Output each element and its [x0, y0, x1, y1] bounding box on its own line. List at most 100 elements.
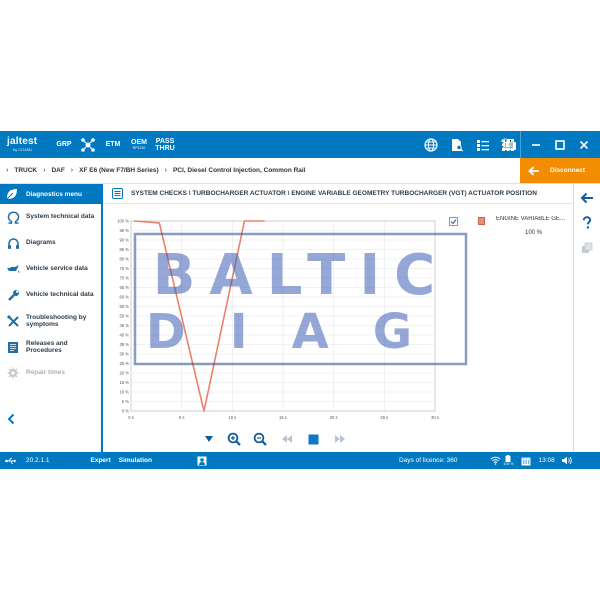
sidebar-item-system-technical-data[interactable]: System technical data [0, 204, 101, 230]
breadcrumb-item-system[interactable]: PCI, Diesel Control Injection, Common Ra… [173, 167, 306, 174]
sidebar-item-label: Releases and Procedures [26, 339, 68, 355]
toolbar-separator [520, 131, 521, 158]
y-tick-label: 80 % [119, 257, 129, 262]
battery-icon [505, 455, 511, 462]
globe-button[interactable] [418, 131, 444, 158]
sidebar: Diagnostics menu System technical data D… [0, 184, 103, 452]
oem-label: OEM [131, 138, 147, 146]
help-icon [582, 216, 592, 229]
sync-status-button[interactable] [496, 136, 518, 152]
sidebar-item-repair-times[interactable]: Repair times [0, 360, 101, 386]
sidebar-item-label: Vehicle technical data [26, 291, 94, 299]
breadcrumb-item-model[interactable]: XF E6 (New F7/BH Series) [79, 167, 158, 174]
main-header: SYSTEM CHECKS \ TURBOCHARGER ACTUATOR \ … [105, 184, 573, 204]
help-side-button[interactable] [579, 215, 595, 231]
etm-button[interactable]: ETM [100, 131, 126, 158]
disconnect-label: Disconnect [550, 167, 586, 174]
speaker-icon[interactable] [561, 456, 572, 465]
x-tick-label: 10 s [228, 415, 236, 420]
y-tick-label: 35 % [119, 342, 129, 347]
zoom-out-button[interactable] [252, 431, 268, 447]
gear-icon [6, 366, 20, 380]
checklist-button[interactable] [470, 131, 496, 158]
series-value: 100 % [525, 230, 543, 236]
x-tick-label: 0 s [128, 415, 134, 420]
headphones-icon [6, 236, 20, 250]
sidebar-back-button[interactable] [6, 412, 20, 426]
series-checkbox[interactable] [449, 217, 458, 226]
breadcrumb-item-brand[interactable]: DAF [51, 167, 64, 174]
book-icon [6, 340, 20, 354]
user-icon[interactable] [197, 456, 207, 466]
minimize-button[interactable] [528, 137, 544, 153]
y-tick-label: 70 % [119, 276, 129, 281]
x-tick-label: 30 s [431, 415, 439, 420]
fast-forward-button[interactable] [332, 431, 348, 447]
components-icon [582, 242, 593, 253]
jaltest-logo: jaltest by COJALI [0, 131, 48, 158]
zoom-in-button[interactable] [226, 431, 242, 447]
fast-forward-icon [335, 435, 345, 443]
mode-text: Expert [90, 457, 111, 464]
checklist-icon [477, 139, 489, 151]
x-tick-label: 5 s [179, 415, 185, 420]
maximize-button[interactable] [552, 137, 568, 153]
network-nodes-icon [81, 137, 95, 152]
sidebar-item-label: Diagrams [26, 239, 56, 247]
diagnostics-menu-icon [6, 189, 17, 200]
document-search-button[interactable] [444, 131, 470, 158]
disconnect-button[interactable]: Disconnect [520, 158, 600, 183]
clock-text: 13:08 [538, 457, 555, 464]
breadcrumb-item-truck[interactable]: TRUCK [14, 167, 37, 174]
calendar-icon[interactable] [521, 456, 531, 466]
line-chart: 0 % 5 % 10 % 15 % 20 % 25 % 30 % 35 % 40 % 45 % 50… [117, 219, 439, 420]
grp-button[interactable]: GRP [52, 131, 76, 158]
minimize-icon [532, 143, 540, 146]
sidebar-item-vehicle-service-data[interactable]: Vehicle service data [0, 256, 101, 282]
checkmark-icon [450, 219, 457, 225]
x-tick-label: 25 s [380, 415, 388, 420]
series-color-swatch [478, 217, 485, 225]
network-nodes-button[interactable] [76, 131, 100, 158]
globe-icon [424, 137, 438, 152]
y-tick-label: 0 % [122, 409, 129, 414]
sidebar-item-troubleshooting[interactable]: Troubleshooting by symptoms [0, 308, 101, 334]
components-button[interactable] [579, 240, 595, 256]
y-tick-label: 45 % [119, 323, 129, 328]
pass-label: PASS [155, 137, 175, 145]
chevron-left-icon [7, 413, 15, 425]
stop-icon [308, 434, 318, 444]
back-button[interactable] [579, 190, 595, 206]
sidebar-item-releases-procedures[interactable]: Releases and Procedures [0, 334, 101, 360]
chart-legend: ENGINE VARIABLE GE... 100 % [449, 211, 573, 291]
collapse-button[interactable] [201, 431, 217, 447]
sidebar-item-diagrams[interactable]: Diagrams [0, 230, 101, 256]
logo-text: jaltest [7, 136, 38, 147]
pass-thru-button[interactable]: PASS THRU [152, 131, 178, 158]
zoom-out-icon [253, 432, 267, 446]
y-tick-label: 85 % [119, 247, 129, 252]
arrow-left-icon [580, 192, 593, 204]
close-button[interactable] [576, 137, 592, 153]
sidebar-item-label: System technical data [26, 213, 95, 221]
usb-icon [5, 457, 17, 464]
series-name: ENGINE VARIABLE GE... [496, 216, 565, 222]
y-tick-label: 60 % [119, 295, 129, 300]
list-view-icon [112, 188, 123, 199]
app-window: jaltest by COJALI GRP ETM OEM RP1210 PAS… [0, 131, 600, 469]
chevron-right-icon: › [43, 167, 46, 174]
rewind-button[interactable] [279, 431, 295, 447]
chevron-right-icon: › [6, 167, 9, 174]
tools-icon [6, 314, 20, 328]
y-tick-label: 10 % [119, 390, 129, 395]
version-text: 20.2.1.1 [26, 457, 50, 464]
page-title: SYSTEM CHECKS \ TURBOCHARGER ACTUATOR \ … [131, 190, 537, 197]
oem-button[interactable]: OEM RP1210 [126, 131, 152, 158]
sidebar-item-label: Vehicle service data [26, 265, 88, 273]
y-tick-label: 65 % [119, 285, 129, 290]
y-tick-label: 15 % [119, 380, 129, 385]
thru-label: THRU [155, 144, 175, 152]
sidebar-item-vehicle-technical-data[interactable]: Vehicle technical data [0, 282, 101, 308]
stop-button[interactable] [305, 431, 321, 447]
sidebar-header[interactable]: Diagnostics menu [0, 184, 101, 204]
